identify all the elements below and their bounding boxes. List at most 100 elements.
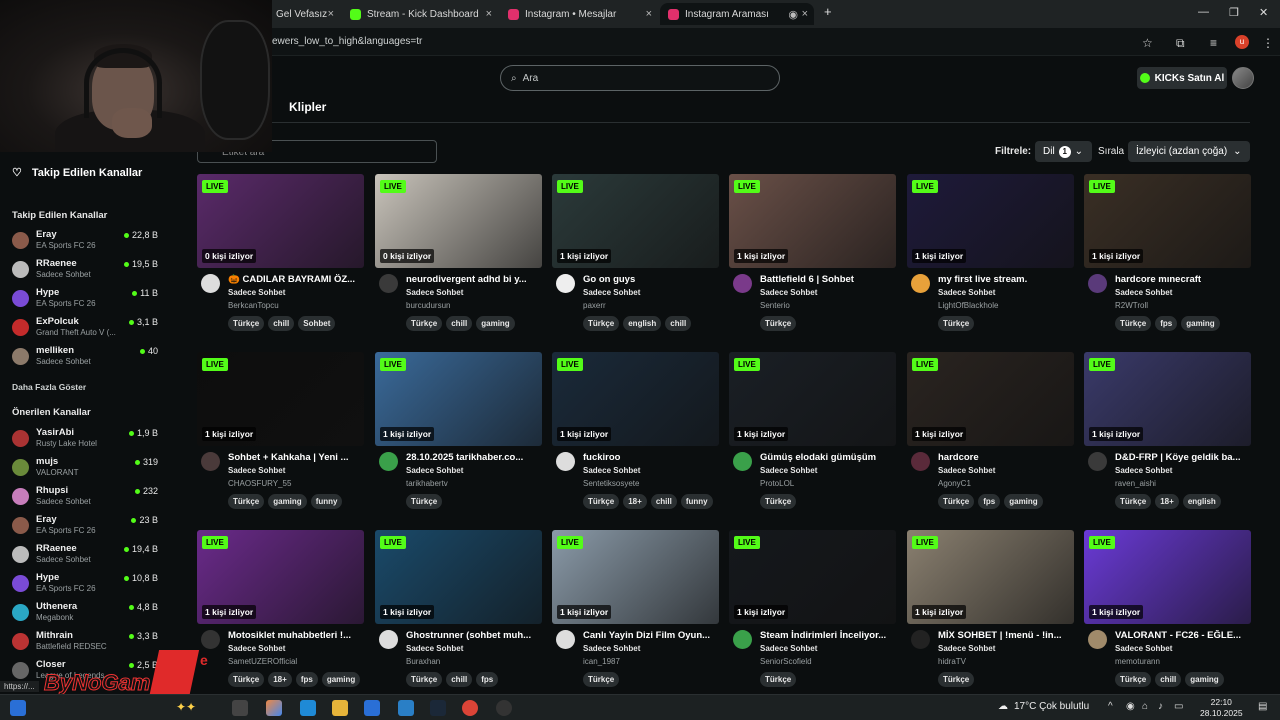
notification-icon[interactable]: ▤: [1258, 701, 1267, 712]
stream-category[interactable]: Sadece Sohbet: [228, 288, 285, 297]
streamer-avatar[interactable]: [201, 274, 220, 293]
stream-card[interactable]: LIVE 1 kişi izliyor Ghostrunner (sohbet mu…: [375, 530, 542, 698]
tag-chip[interactable]: english: [623, 316, 662, 331]
stream-card[interactable]: LIVE 1 kişi izliyor Go on guys Sadece Sohbe…: [552, 174, 719, 342]
stream-card[interactable]: LIVE 1 kişi izliyor my first live stream. S…: [907, 174, 1074, 342]
tag-chip[interactable]: Türkçe: [760, 672, 797, 687]
stream-thumbnail[interactable]: LIVE 1 kişi izliyor: [375, 530, 542, 624]
tag-chip[interactable]: gaming: [268, 494, 307, 509]
stream-category[interactable]: Sadece Sohbet: [938, 644, 995, 653]
stream-card[interactable]: LIVE 1 kişi izliyor hardcore Sadece Sohbet A…: [907, 352, 1074, 520]
mail-icon[interactable]: [398, 700, 414, 716]
stream-thumbnail[interactable]: LIVE 1 kişi izliyor: [552, 174, 719, 268]
language-filter-button[interactable]: Dil 1 ⌄: [1035, 141, 1092, 162]
stream-category[interactable]: Sadece Sohbet: [583, 644, 640, 653]
stream-card[interactable]: LIVE 0 kişi izliyor neurodivergent adhd bi…: [375, 174, 542, 342]
streamer-avatar[interactable]: [1088, 630, 1107, 649]
tag-chip[interactable]: gaming: [1181, 316, 1220, 331]
stream-card[interactable]: LIVE 1 kişi izliyor Battlefield 6 | Sohbet…: [729, 174, 896, 342]
buy-kicks-button[interactable]: KICKs Satın Al: [1137, 67, 1227, 89]
stream-thumbnail[interactable]: LIVE 1 kişi izliyor: [1084, 352, 1251, 446]
stream-category[interactable]: Sadece Sohbet: [228, 466, 285, 475]
streamer-name[interactable]: paxerr: [583, 301, 606, 310]
sidebar-channel-item[interactable]: YasirAbi Rusty Lake Hotel 1,9 B: [12, 427, 162, 455]
stream-card[interactable]: LIVE 1 kişi izliyor Sohbet + Kahkaha | Yen…: [197, 352, 364, 520]
stream-card[interactable]: LIVE 1 kişi izliyor Steam İndirimleri İnce…: [729, 530, 896, 698]
stream-category[interactable]: Sadece Sohbet: [760, 288, 817, 297]
close-icon[interactable]: ×: [802, 8, 808, 20]
stream-title[interactable]: D&D-FRP | Köye geldik ba...: [1115, 452, 1249, 463]
tag-chip[interactable]: Türkçe: [406, 494, 443, 509]
streamer-name[interactable]: hidraTV: [938, 657, 966, 666]
file-explorer-icon[interactable]: [332, 700, 348, 716]
tag-chip[interactable]: chill: [446, 672, 473, 687]
network-icon[interactable]: ⌂: [1142, 701, 1148, 712]
streamer-avatar[interactable]: [201, 630, 220, 649]
streamer-avatar[interactable]: [556, 630, 575, 649]
tab-instagram-search[interactable]: Instagram Araması ◉ ×: [660, 3, 814, 25]
stream-category[interactable]: Sadece Sohbet: [406, 466, 463, 475]
tag-chip[interactable]: 18+: [623, 494, 647, 509]
streamer-name[interactable]: SeniorScofield: [760, 657, 812, 666]
new-tab-button[interactable]: +: [824, 4, 832, 19]
sidebar-channel-item[interactable]: Uthenera Megabonk 4,8 B: [12, 601, 162, 629]
streamer-name[interactable]: ProtoLOL: [760, 479, 794, 488]
browser-profile-avatar[interactable]: u: [1235, 35, 1249, 49]
stream-card[interactable]: LIVE 1 kişi izliyor fuckiroo Sadece Sohbet S…: [552, 352, 719, 520]
streamer-name[interactable]: ican_1987: [583, 657, 620, 666]
streamer-name[interactable]: R2WTroll: [1115, 301, 1148, 310]
streamer-avatar[interactable]: [1088, 452, 1107, 471]
tag-chip[interactable]: Türkçe: [1115, 672, 1152, 687]
restore-button[interactable]: ❐: [1229, 6, 1239, 19]
url-field[interactable]: ewers_low_to_high&languages=tr: [272, 36, 422, 47]
tag-chip[interactable]: chill: [1155, 672, 1182, 687]
tag-chip[interactable]: funny: [310, 494, 343, 509]
tag-chip[interactable]: funny: [680, 494, 713, 509]
tray-app-icon[interactable]: ◉: [1126, 701, 1135, 712]
streamer-name[interactable]: AgonyC1: [938, 479, 971, 488]
streamer-avatar[interactable]: [911, 274, 930, 293]
tag-chip[interactable]: chill: [650, 494, 677, 509]
stream-card[interactable]: LIVE 0 kişi izliyor 🎃 CADILAR BAYRAMI ÖZ..…: [197, 174, 364, 342]
tag-chip[interactable]: Türkçe: [228, 316, 265, 331]
tag-chip[interactable]: Sohbet: [298, 316, 336, 331]
tag-chip[interactable]: fps: [978, 494, 1001, 509]
close-icon[interactable]: ×: [646, 8, 652, 20]
stream-card[interactable]: LIVE 1 kişi izliyor hardcore mınecraft Sade…: [1084, 174, 1251, 342]
stream-thumbnail[interactable]: LIVE 1 kişi izliyor: [375, 352, 542, 446]
stream-thumbnail[interactable]: LIVE 1 kişi izliyor: [1084, 530, 1251, 624]
tab-clips[interactable]: Klipler: [289, 100, 326, 114]
tag-chip[interactable]: 18+: [1155, 494, 1179, 509]
sidebar-channel-item[interactable]: Rhupsi Sadece Sohbet 232: [12, 485, 162, 513]
stream-thumbnail[interactable]: LIVE 1 kişi izliyor: [729, 174, 896, 268]
stream-category[interactable]: Sadece Sohbet: [760, 644, 817, 653]
media-controls-icon[interactable]: ≡: [1210, 36, 1217, 50]
start-icon[interactable]: [10, 700, 26, 716]
steam-icon[interactable]: [430, 700, 446, 716]
stream-category[interactable]: Sadece Sohbet: [583, 288, 640, 297]
streamer-avatar[interactable]: [379, 630, 398, 649]
copilot-icon[interactable]: [266, 700, 282, 716]
chrome-icon[interactable]: [462, 700, 478, 716]
tag-chip[interactable]: 18+: [268, 672, 292, 687]
stream-thumbnail[interactable]: LIVE 1 kişi izliyor: [197, 352, 364, 446]
stream-card[interactable]: LIVE 1 kişi izliyor MİX SOHBET | !menü - !…: [907, 530, 1074, 698]
stream-thumbnail[interactable]: LIVE 1 kişi izliyor: [907, 352, 1074, 446]
streamer-avatar[interactable]: [379, 274, 398, 293]
tag-chip[interactable]: fps: [476, 672, 499, 687]
tag-chip[interactable]: Türkçe: [760, 316, 797, 331]
sidebar-channel-item[interactable]: RRaenee Sadece Sohbet 19,4 B: [12, 543, 162, 571]
streamer-avatar[interactable]: [1088, 274, 1107, 293]
tag-chip[interactable]: fps: [295, 672, 318, 687]
stream-title[interactable]: Go on guys: [583, 274, 717, 285]
edge-icon[interactable]: [300, 700, 316, 716]
tag-chip[interactable]: Türkçe: [228, 672, 265, 687]
tab-kick-dashboard[interactable]: Stream - Kick Dashboard ×: [342, 3, 498, 25]
volume-icon[interactable]: ♪: [1158, 701, 1163, 712]
streamer-name[interactable]: BerkcanTopcu: [228, 301, 279, 310]
streamer-avatar[interactable]: [733, 274, 752, 293]
stream-card[interactable]: LIVE 1 kişi izliyor Gümüş elodaki gümüşüm S…: [729, 352, 896, 520]
store-icon[interactable]: [364, 700, 380, 716]
show-more-link[interactable]: Daha Fazla Göster: [12, 382, 86, 392]
streamer-avatar[interactable]: [733, 630, 752, 649]
